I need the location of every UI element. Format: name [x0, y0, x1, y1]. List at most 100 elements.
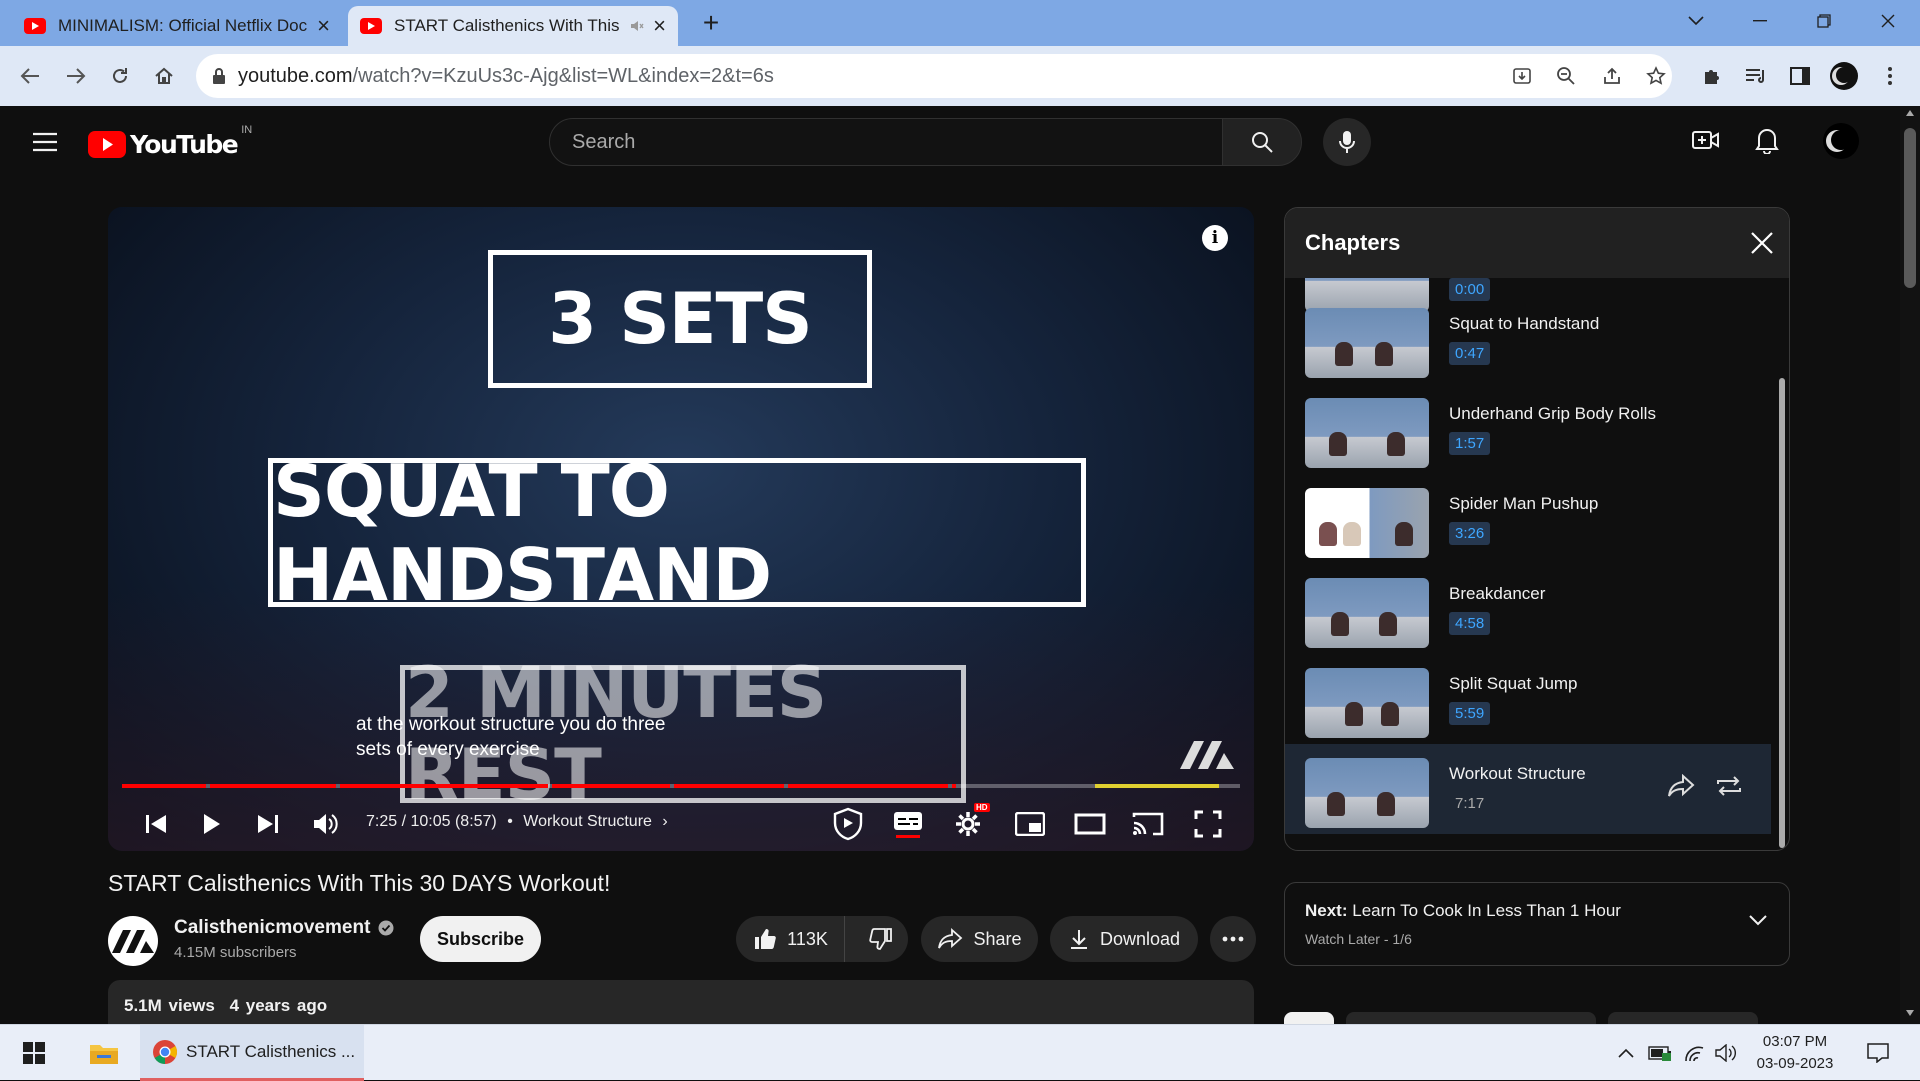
progress-bar[interactable] — [122, 784, 1240, 788]
more-actions-button[interactable] — [1210, 916, 1256, 962]
youtube-logo[interactable]: YouTube IN — [88, 124, 252, 159]
play-icon[interactable] — [194, 797, 230, 851]
channel-name[interactable]: Calisthenicmovement — [174, 917, 394, 939]
windows-taskbar: START Calisthenics ... 03:07 PM 03-09-20… — [0, 1024, 1920, 1081]
browser-tab-calisthenics[interactable]: START Calisthenics With This × — [348, 6, 678, 46]
theater-mode-icon[interactable] — [1068, 797, 1112, 851]
wifi-icon[interactable] — [1680, 1025, 1708, 1081]
miniplayer-icon[interactable] — [1008, 797, 1052, 851]
chapter-timestamp[interactable]: 1:57 — [1449, 432, 1491, 455]
chapters-scrollbar[interactable] — [1777, 278, 1787, 850]
windows-start-icon[interactable] — [14, 1025, 54, 1081]
close-window-button[interactable] — [1862, 0, 1914, 42]
chrome-menu-icon[interactable] — [1874, 60, 1906, 92]
taskbar-chrome-app[interactable]: START Calisthenics ... — [140, 1025, 364, 1081]
tray-chevron-up-icon[interactable] — [1614, 1025, 1638, 1081]
bookmark-star-icon[interactable] — [1642, 62, 1670, 90]
previous-video-icon[interactable] — [138, 797, 174, 851]
search-button[interactable] — [1222, 118, 1302, 166]
chapter-item[interactable]: Split Squat Jump 5:59 — [1285, 654, 1771, 744]
chapter-title: Workout Structure — [1449, 764, 1586, 783]
account-avatar[interactable] — [1822, 122, 1860, 160]
chapter-title: Breakdancer — [1449, 584, 1546, 603]
close-icon[interactable] — [1747, 228, 1777, 258]
restore-button[interactable] — [1798, 0, 1850, 42]
browser-tab-minimalism[interactable]: MINIMALISM: Official Netflix Doc × — [12, 6, 342, 46]
info-icon[interactable]: i — [1202, 225, 1228, 251]
chapter-item[interactable]: Underhand Grip Body Rolls 1:57 — [1285, 384, 1771, 474]
system-clock[interactable]: 03:07 PM 03-09-2023 — [1750, 1031, 1840, 1075]
extensions-puzzle-icon[interactable] — [1696, 60, 1728, 92]
chapter-item-current[interactable]: Workout Structure 7:17 — [1285, 744, 1771, 834]
playlist-next-box[interactable]: Next: Learn To Cook In Less Than 1 Hour … — [1284, 882, 1790, 966]
minimize-button[interactable] — [1734, 0, 1786, 42]
side-panel-icon[interactable] — [1784, 60, 1816, 92]
voice-search-button[interactable] — [1323, 118, 1371, 166]
description-box[interactable]: 5.1M views 4 years ago — [108, 980, 1254, 1024]
chapters-scroll-thumb[interactable] — [1779, 378, 1785, 848]
profile-avatar[interactable] — [1828, 60, 1860, 92]
chapter-timestamp[interactable]: 3:26 — [1449, 522, 1491, 545]
reload-icon[interactable] — [104, 60, 136, 92]
channel-avatar[interactable] — [108, 916, 158, 966]
chapter-item[interactable]: Spider Man Pushup 3:26 — [1285, 474, 1771, 564]
volume-tray-icon[interactable] — [1712, 1025, 1740, 1081]
install-app-icon[interactable] — [1508, 62, 1536, 90]
settings-gear-icon[interactable]: HD — [946, 797, 990, 851]
notification-center-icon[interactable] — [1860, 1025, 1896, 1081]
filter-chip[interactable] — [1346, 1012, 1596, 1024]
cast-icon[interactable] — [1126, 797, 1170, 851]
page-scroll-thumb[interactable] — [1904, 128, 1916, 288]
new-tab-button[interactable]: + — [694, 6, 728, 40]
loop-chapter-icon[interactable] — [1715, 774, 1743, 798]
file-explorer-icon[interactable] — [84, 1025, 124, 1081]
tab-search-chevron-icon[interactable] — [1670, 0, 1722, 42]
shield-icon[interactable] — [826, 797, 870, 851]
address-bar[interactable]: youtube.com/watch?v=KzuUs3c-Ajg&list=WL&… — [196, 54, 1672, 98]
subscriber-count: 4.15M subscribers — [174, 944, 297, 961]
home-icon[interactable] — [148, 60, 180, 92]
filter-chip[interactable] — [1284, 1012, 1334, 1024]
channel-watermark-logo[interactable] — [1178, 737, 1236, 771]
notifications-bell-icon[interactable] — [1754, 126, 1780, 154]
forward-arrow-icon[interactable] — [60, 60, 92, 92]
chapter-timestamp[interactable]: 7:17 — [1449, 792, 1490, 815]
create-video-icon[interactable] — [1692, 128, 1720, 152]
chevron-down-icon[interactable] — [1749, 915, 1767, 926]
next-video-icon[interactable] — [250, 797, 286, 851]
chapter-title: Split Squat Jump — [1449, 674, 1578, 693]
chapter-timestamp[interactable]: 4:58 — [1449, 612, 1491, 635]
battery-icon[interactable] — [1646, 1025, 1674, 1081]
share-page-icon[interactable] — [1598, 62, 1626, 90]
share-button[interactable]: Share — [921, 916, 1038, 962]
upload-age: 4 years ago — [229, 996, 328, 1015]
scroll-down-arrow-icon[interactable] — [1906, 1010, 1914, 1016]
search-input[interactable]: Search — [549, 118, 1223, 166]
page-scrollbar[interactable] — [1900, 106, 1920, 1024]
subtitles-icon[interactable] — [886, 797, 930, 851]
hamburger-menu-icon[interactable] — [32, 132, 58, 152]
tab-audio-muted-icon[interactable] — [629, 18, 645, 34]
like-button[interactable]: 113K — [737, 916, 845, 962]
zoom-icon[interactable] — [1552, 62, 1580, 90]
chapter-timestamp[interactable]: 0:47 — [1449, 342, 1491, 365]
media-queue-icon[interactable] — [1740, 60, 1772, 92]
time-and-chapter[interactable]: 7:25 / 10:05 (8:57) • Workout Structure … — [366, 813, 668, 831]
chapter-timestamp[interactable]: 5:59 — [1449, 702, 1491, 725]
download-button[interactable]: Download — [1050, 916, 1198, 962]
tab-close-icon[interactable]: × — [653, 15, 666, 37]
back-arrow-icon[interactable] — [14, 60, 46, 92]
fullscreen-icon[interactable] — [1186, 797, 1230, 851]
chapter-item[interactable]: Squat to Handstand 0:47 — [1285, 294, 1771, 384]
tab-close-icon[interactable]: × — [317, 15, 330, 37]
chapters-title: Chapters — [1305, 230, 1401, 255]
chapter-item[interactable]: Breakdancer 4:58 — [1285, 564, 1771, 654]
volume-icon[interactable] — [306, 797, 346, 851]
scroll-up-arrow-icon[interactable] — [1906, 110, 1914, 116]
filter-chip[interactable] — [1608, 1012, 1758, 1024]
lock-icon[interactable] — [212, 68, 226, 84]
video-player[interactable]: 3 SETS SQUAT TO HANDSTAND 2 MINUTES REST… — [108, 207, 1254, 851]
dislike-button[interactable] — [855, 916, 907, 962]
subscribe-button[interactable]: Subscribe — [420, 916, 541, 962]
share-chapter-icon[interactable] — [1667, 774, 1695, 798]
